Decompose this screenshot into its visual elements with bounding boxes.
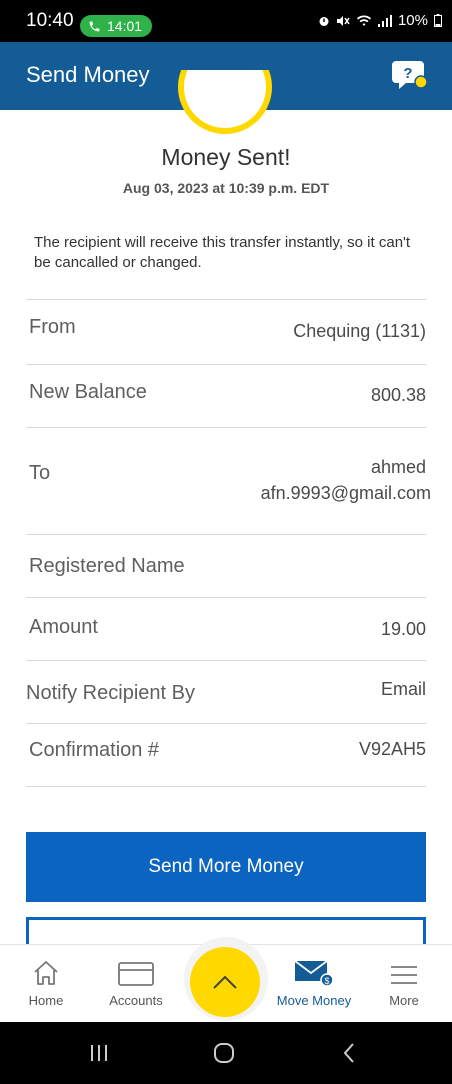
new-balance-value: 800.38 — [370, 385, 426, 405]
page-title: Send Money — [26, 62, 150, 87]
home-system-button[interactable] — [209, 1039, 239, 1067]
battery-icon — [434, 14, 442, 27]
nav-move-money[interactable]: $ Move Money — [274, 957, 354, 1008]
notify-label: Notify Recipient By — [26, 682, 195, 704]
call-duration: 14:01 — [107, 18, 143, 34]
to-label: To — [29, 462, 51, 484]
battery-percent: 10% — [397, 12, 428, 29]
nav-accounts[interactable]: Accounts — [96, 957, 176, 1008]
registered-name-label: Registered Name — [29, 555, 185, 577]
divider — [26, 534, 426, 535]
nav-home-label: Home — [28, 993, 64, 1008]
card-icon — [118, 962, 154, 986]
status-icons: 10% — [318, 12, 442, 29]
home-circle-icon — [214, 1043, 234, 1063]
new-balance-label: New Balance — [29, 381, 147, 403]
alarm-icon — [319, 16, 329, 26]
status-bar: 10:40 14:01 10% — [0, 0, 452, 42]
quick-actions-button[interactable] — [190, 947, 260, 1017]
confirmation-number-label: Confirmation # — [29, 739, 160, 761]
transfer-notice: The recipient will receive this transfer… — [34, 234, 411, 271]
amount-value: 19.00 — [380, 619, 426, 639]
send-more-money-button[interactable]: Send More Money — [26, 832, 426, 902]
wifi-icon — [356, 14, 371, 26]
nav-more-label: More — [389, 993, 419, 1008]
nav-home[interactable]: Home — [6, 957, 86, 1008]
recent-apps-button[interactable] — [84, 1039, 114, 1067]
help-button[interactable]: ? — [390, 53, 430, 93]
divider — [26, 427, 426, 428]
recent-apps-icon — [91, 1045, 107, 1061]
recipient-email: afn.9993@gmail.com — [260, 483, 431, 503]
svg-text:$: $ — [324, 976, 329, 986]
money-envelope-icon: $ — [294, 960, 334, 987]
divider — [26, 660, 426, 661]
nav-move-money-label: Move Money — [276, 993, 352, 1008]
mute-icon — [336, 15, 350, 26]
home-icon — [34, 961, 58, 985]
signal-icon — [377, 14, 392, 27]
phone-icon — [89, 21, 100, 31]
transfer-date: Aug 03, 2023 at 10:39 p.m. EDT — [122, 180, 330, 196]
active-call-pill[interactable]: 14:01 — [80, 15, 152, 37]
nav-accounts-label: Accounts — [109, 993, 163, 1008]
notify-value: Email — [380, 679, 426, 699]
help-chat-icon: ? — [392, 61, 428, 89]
success-badge — [178, 70, 272, 134]
nav-more[interactable]: More — [364, 957, 444, 1008]
chevron-up-icon — [213, 975, 237, 989]
success-ring-icon — [178, 70, 272, 134]
amount-label: Amount — [29, 616, 98, 638]
from-value: Chequing (1131) — [293, 321, 426, 341]
divider — [26, 786, 426, 787]
system-nav-bar — [0, 1022, 452, 1084]
menu-icon — [391, 966, 417, 984]
divider — [26, 597, 426, 598]
svg-text:?: ? — [403, 65, 412, 82]
bottom-nav: Home Accounts $ Move Money More — [0, 937, 452, 1022]
back-button[interactable] — [334, 1039, 364, 1067]
confirmation-number-value: V92AH5 — [358, 739, 426, 759]
divider — [26, 299, 426, 300]
from-label: From — [29, 316, 76, 338]
divider — [26, 364, 426, 365]
divider — [26, 723, 426, 724]
status-time: 10:40 — [26, 10, 74, 31]
recipient-name: ahmed — [370, 457, 426, 477]
money-sent-heading: Money Sent! — [161, 144, 291, 170]
back-chevron-icon — [343, 1043, 354, 1063]
